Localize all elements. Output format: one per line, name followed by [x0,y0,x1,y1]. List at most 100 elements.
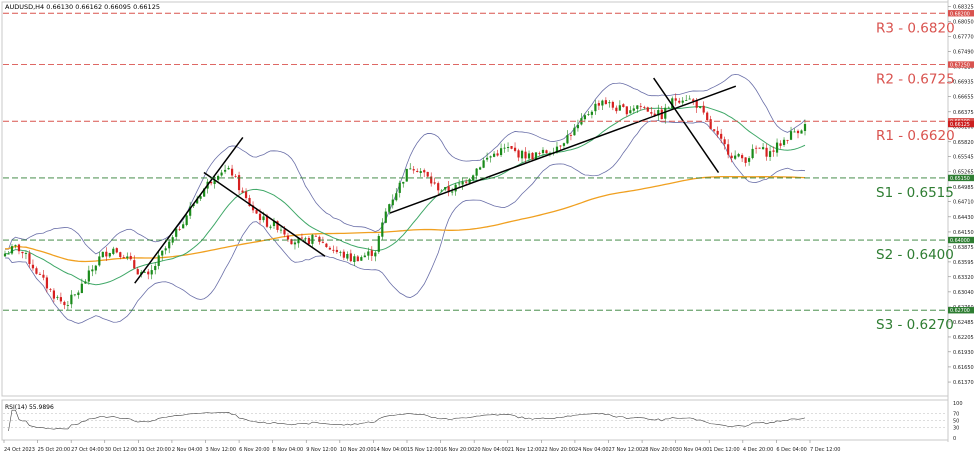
candle-body [664,107,667,119]
candle-body [56,296,59,298]
candle-body [133,260,136,269]
candle-body [576,124,580,129]
candle-body [615,107,618,112]
candle-body [28,253,31,265]
candle-body [70,294,73,305]
price-chart: AUDUSD,H4 0.66130 0.66162 0.66095 0.6612… [0,0,975,456]
candle-body [304,238,307,240]
candle-body [479,167,482,170]
candle-body [293,242,297,245]
y-tick-label: 0.65545 [953,155,974,161]
y-tick-label: 0.64985 [953,185,974,191]
candle-body [147,271,150,275]
candle-body [66,305,69,306]
x-tick-label: 28 Nov 20:00 [642,447,676,453]
candle-body [461,181,464,185]
level-label: R1 - 0.6620 [876,128,955,144]
candle-body [391,199,394,206]
y-tick-label: 0.68325 [953,5,974,11]
candle-body [381,222,384,237]
x-tick-label: 21 Nov 12:00 [508,447,542,453]
candle-body [283,229,286,235]
candle-body [136,269,139,275]
candle-body [685,100,688,101]
candle-body [3,253,7,257]
candle-body [702,105,705,113]
chart-header: AUDUSD,H4 0.66130 0.66162 0.66095 0.6612… [5,3,160,11]
candle-body [175,228,178,237]
candle-body [520,150,524,159]
candle-body [611,101,614,108]
candle-body [14,244,17,246]
candle-body [517,150,520,158]
candle-body [688,98,691,100]
candle-body [513,147,517,151]
candle-body [363,255,366,258]
level-label: S2 - 0.6400 [876,247,954,263]
candle-body [734,155,737,159]
candle-body [17,244,21,252]
candle-body [720,133,723,139]
candle-body [545,150,548,154]
candle-body [244,191,248,199]
candle-body [608,102,611,104]
x-tick-label: 31 Oct 20:00 [138,447,171,453]
rsi-tick-label: 70 [953,412,959,418]
candle-body [115,248,118,253]
x-tick-label: 24 Nov 04:00 [575,447,609,453]
candle-body [52,290,56,299]
candle-body [499,148,503,156]
candle-body [674,98,677,101]
candle-body [482,160,485,168]
candle-body [87,270,90,282]
candle-body [24,253,28,254]
candle-body [706,112,709,121]
candle-body [699,106,702,108]
candle-body [723,139,726,145]
y-tick-label: 0.66935 [953,80,974,86]
candle-body [98,256,101,266]
candle-body [643,107,646,108]
candle-body [150,270,153,275]
candle-body [314,235,318,237]
x-tick-label: 27 Oct 04:00 [71,447,104,453]
x-tick-label: 6 Nov 20:00 [239,447,270,453]
candle-body [395,193,398,201]
candle-body [388,204,391,212]
candle-body [126,256,129,259]
candle-body [475,168,478,176]
candle-body [377,235,380,252]
x-tick-label: 30 Oct 12:00 [105,447,138,453]
candle-body [485,157,489,160]
candle-body [524,151,527,159]
candle-body [80,283,83,294]
candle-body [412,169,415,171]
candle-body [367,251,370,256]
candle-body [356,256,359,262]
candle-body [622,104,625,107]
candle-body [423,170,426,173]
candle-body [646,107,649,112]
candle-body [286,235,290,240]
candle-body [346,254,349,259]
candle-body [754,147,758,149]
candle-body [217,175,220,180]
candle-body [77,292,80,296]
candle-body [321,241,325,243]
rsi-tick-label: 0 [953,436,956,442]
candle-body [168,241,171,249]
candle-body [384,211,387,223]
candle-body [164,248,167,251]
y-tick-label: 0.62485 [953,320,974,326]
candle-body [775,142,779,153]
candle-body [761,147,765,150]
candle-body [49,289,52,290]
candle-body [587,114,590,115]
candle-body [342,251,345,258]
x-tick-label: 2 Nov 04:00 [172,447,203,453]
candle-body [782,139,786,145]
current-price-tag-text: 0.66125 [950,122,970,128]
x-tick-label: 30 Nov 04:00 [676,447,710,453]
candle-body [108,253,111,257]
y-tick-label: 0.64430 [953,215,974,221]
